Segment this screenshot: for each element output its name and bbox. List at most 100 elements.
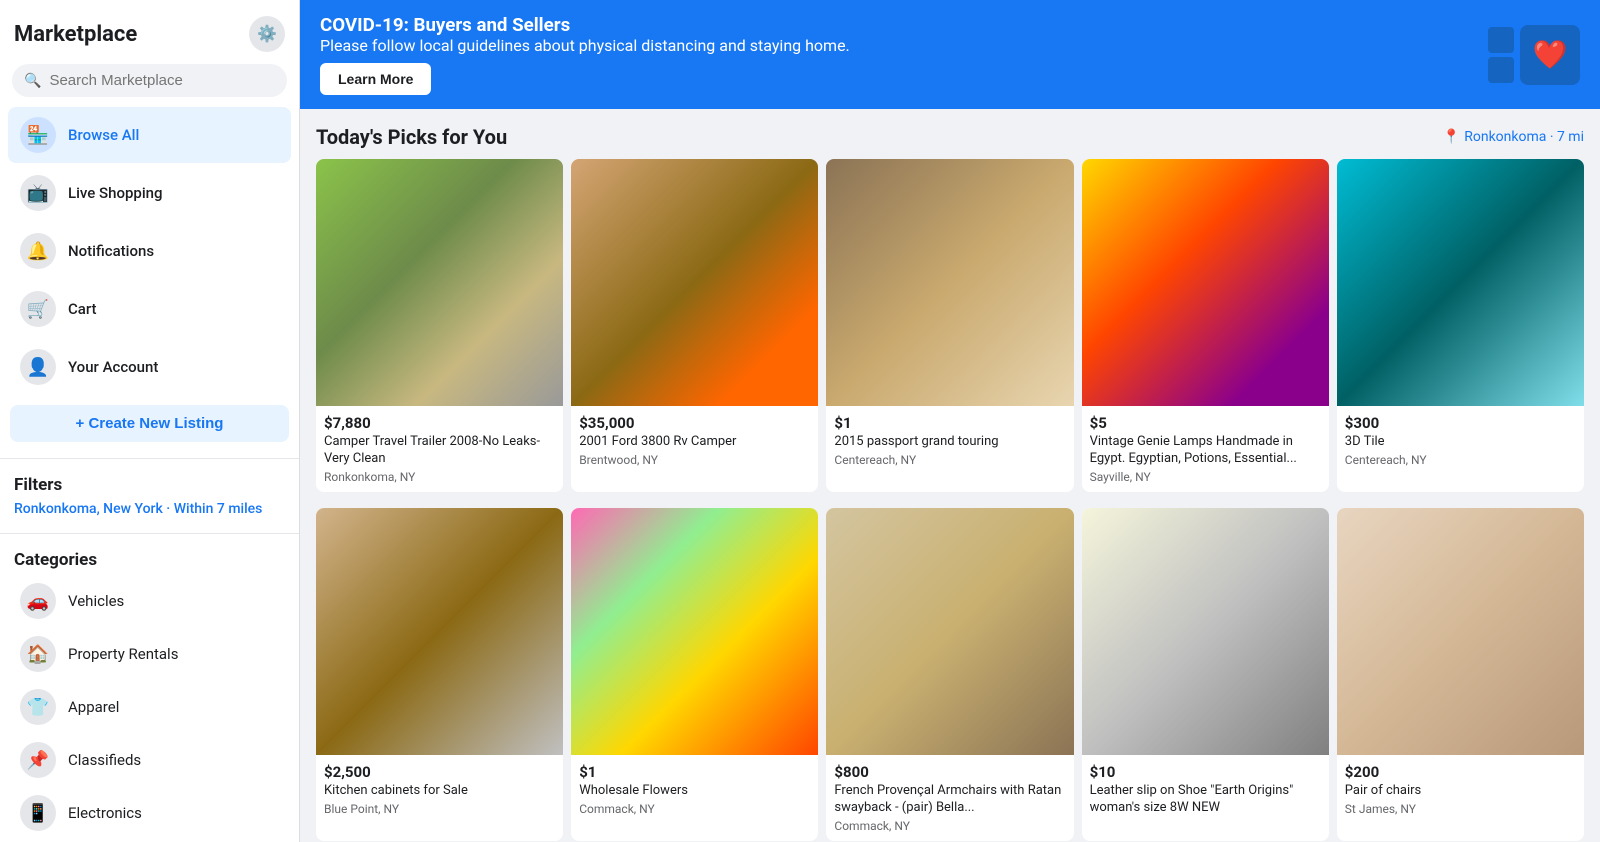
listing-title: Leather slip on Shoe "Earth Origins" wom… xyxy=(1090,783,1321,817)
category-apparel[interactable]: 👕 Apparel xyxy=(8,681,291,733)
listing-title: Vintage Genie Lamps Handmade in Egypt. E… xyxy=(1090,434,1321,468)
classifieds-icon: 📌 xyxy=(20,742,56,778)
listing-card[interactable]: $5 Vintage Genie Lamps Handmade in Egypt… xyxy=(1082,159,1329,492)
listing-image xyxy=(1082,508,1329,755)
filter-location[interactable]: Ronkonkoma, New York · Within 7 miles xyxy=(0,499,299,525)
listing-price: $7,880 xyxy=(324,414,555,432)
listing-title: 2015 passport grand touring xyxy=(834,434,1065,451)
listing-price: $35,000 xyxy=(579,414,810,432)
listing-price: $2,500 xyxy=(324,763,555,781)
picks-title: Today's Picks for You xyxy=(316,125,507,149)
picks-header: Today's Picks for You 📍 Ronkonkoma · 7 m… xyxy=(300,109,1600,159)
listing-info: $7,880 Camper Travel Trailer 2008-No Lea… xyxy=(316,406,563,492)
listing-info: $200 Pair of chairs St James, NY xyxy=(1337,755,1584,824)
search-icon: 🔍 xyxy=(24,73,41,89)
listing-image xyxy=(826,159,1073,406)
sidebar-header: Marketplace ⚙️ xyxy=(0,0,299,60)
listing-title: Wholesale Flowers xyxy=(579,783,810,800)
your-account-icon: 👤 xyxy=(20,349,56,385)
gear-button[interactable]: ⚙️ xyxy=(249,16,285,52)
listing-info: $5 Vintage Genie Lamps Handmade in Egypt… xyxy=(1082,406,1329,492)
listing-title: 3D Tile xyxy=(1345,434,1576,451)
category-vehicles[interactable]: 🚗 Vehicles xyxy=(8,575,291,627)
main-content: COVID-19: Buyers and Sellers Please foll… xyxy=(300,0,1600,842)
sidebar-item-browse-all[interactable]: 🏪 Browse All xyxy=(8,107,291,163)
listing-image xyxy=(316,508,563,755)
create-listing-button[interactable]: + Create New Listing xyxy=(10,405,289,442)
listing-info: $1 Wholesale Flowers Commack, NY xyxy=(571,755,818,824)
listing-info: $35,000 2001 Ford 3800 Rv Camper Brentwo… xyxy=(571,406,818,475)
property-rentals-icon: 🏠 xyxy=(20,636,56,672)
listing-location: Commack, NY xyxy=(579,802,810,816)
sidebar-item-notifications[interactable]: 🔔 Notifications xyxy=(8,223,291,279)
listing-info: $300 3D Tile Centereach, NY xyxy=(1337,406,1584,475)
covid-banner: COVID-19: Buyers and Sellers Please foll… xyxy=(300,0,1600,109)
notifications-icon: 🔔 xyxy=(20,233,56,269)
listing-image xyxy=(826,508,1073,755)
learn-more-button[interactable]: Learn More xyxy=(320,63,431,95)
listing-image xyxy=(571,508,818,755)
vehicles-icon: 🚗 xyxy=(20,583,56,619)
electronics-icon: 📱 xyxy=(20,795,56,831)
sidebar-item-your-account[interactable]: 👤 Your Account xyxy=(8,339,291,395)
listing-location: Ronkonkoma, NY xyxy=(324,470,555,484)
filters-label: Filters xyxy=(0,467,299,499)
listing-card[interactable]: $300 3D Tile Centereach, NY xyxy=(1337,159,1584,492)
heart-icon: ❤️ xyxy=(1520,25,1580,85)
browse-all-label: Browse All xyxy=(68,126,139,144)
categories-label: Categories xyxy=(0,542,299,574)
listing-info: $1 2015 passport grand touring Centereac… xyxy=(826,406,1073,475)
listing-price: $800 xyxy=(834,763,1065,781)
browse-all-icon: 🏪 xyxy=(20,117,56,153)
sidebar-title: Marketplace xyxy=(14,22,137,47)
covid-banner-description: Please follow local guidelines about phy… xyxy=(320,36,1488,55)
your-account-label: Your Account xyxy=(68,358,158,376)
live-shopping-icon: 📺 xyxy=(20,175,56,211)
banner-decoration xyxy=(1488,27,1514,83)
listing-title: French Provençal Armchairs with Ratan sw… xyxy=(834,783,1065,817)
sidebar: Marketplace ⚙️ 🔍 🏪 Browse All 📺 Live Sho… xyxy=(0,0,300,842)
property-rentals-label: Property Rentals xyxy=(68,645,178,663)
listing-price: $10 xyxy=(1090,763,1321,781)
listing-card[interactable]: $10 Leather slip on Shoe "Earth Origins"… xyxy=(1082,508,1329,841)
category-classifieds[interactable]: 📌 Classifieds xyxy=(8,734,291,786)
covid-banner-content: COVID-19: Buyers and Sellers Please foll… xyxy=(320,14,1488,95)
listing-card[interactable]: $35,000 2001 Ford 3800 Rv Camper Brentwo… xyxy=(571,159,818,492)
listing-info: $2,500 Kitchen cabinets for Sale Blue Po… xyxy=(316,755,563,824)
listing-image xyxy=(571,159,818,406)
picks-location: 📍 Ronkonkoma · 7 mi xyxy=(1443,129,1584,145)
listing-card[interactable]: $200 Pair of chairs St James, NY xyxy=(1337,508,1584,841)
listings-row1: $7,880 Camper Travel Trailer 2008-No Lea… xyxy=(300,159,1600,508)
category-property-rentals[interactable]: 🏠 Property Rentals xyxy=(8,628,291,680)
listing-card[interactable]: $2,500 Kitchen cabinets for Sale Blue Po… xyxy=(316,508,563,841)
search-bar-container: 🔍 xyxy=(12,64,287,97)
category-electronics[interactable]: 📱 Electronics xyxy=(8,787,291,839)
listing-image xyxy=(1082,159,1329,406)
listing-card[interactable]: $1 Wholesale Flowers Commack, NY xyxy=(571,508,818,841)
listing-title: 2001 Ford 3800 Rv Camper xyxy=(579,434,810,451)
listing-location: Blue Point, NY xyxy=(324,802,555,816)
apparel-label: Apparel xyxy=(68,698,119,716)
notifications-label: Notifications xyxy=(68,242,154,260)
cart-icon: 🛒 xyxy=(20,291,56,327)
listing-title: Kitchen cabinets for Sale xyxy=(324,783,555,800)
listing-location: Sayville, NY xyxy=(1090,470,1321,484)
listing-card[interactable]: $800 French Provençal Armchairs with Rat… xyxy=(826,508,1073,841)
listing-location: Centereach, NY xyxy=(834,453,1065,467)
sidebar-item-cart[interactable]: 🛒 Cart xyxy=(8,281,291,337)
picks-location-text: Ronkonkoma · 7 mi xyxy=(1464,129,1584,145)
listings-row2: $2,500 Kitchen cabinets for Sale Blue Po… xyxy=(300,508,1600,842)
listing-location: Commack, NY xyxy=(834,819,1065,833)
sidebar-item-live-shopping[interactable]: 📺 Live Shopping xyxy=(8,165,291,221)
live-shopping-label: Live Shopping xyxy=(68,184,163,202)
listing-card[interactable]: $1 2015 passport grand touring Centereac… xyxy=(826,159,1073,492)
listing-price: $1 xyxy=(834,414,1065,432)
listing-price: $300 xyxy=(1345,414,1576,432)
listing-title: Pair of chairs xyxy=(1345,783,1576,800)
search-input[interactable] xyxy=(49,72,275,89)
sidebar-divider xyxy=(0,458,299,459)
listing-location: St James, NY xyxy=(1345,802,1576,816)
electronics-label: Electronics xyxy=(68,804,142,822)
listing-card[interactable]: $7,880 Camper Travel Trailer 2008-No Lea… xyxy=(316,159,563,492)
banner-sq1 xyxy=(1488,27,1514,53)
